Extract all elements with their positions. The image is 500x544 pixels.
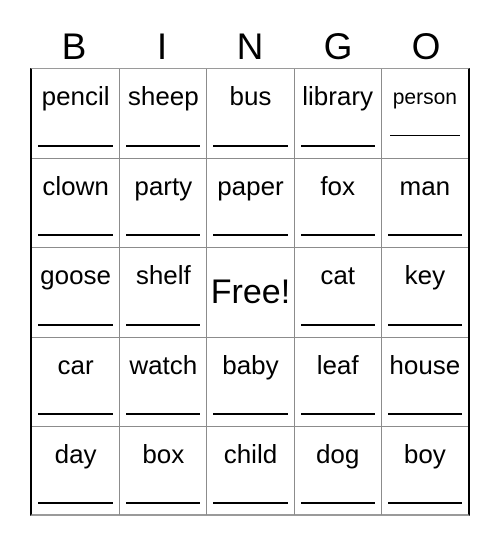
bingo-cell-word: leaf: [316, 349, 359, 380]
write-line: [300, 323, 375, 326]
bingo-row: pencil sheep bus library person: [32, 69, 468, 159]
write-line: [126, 412, 201, 415]
bingo-cell[interactable]: box: [119, 426, 206, 515]
write-line: [38, 501, 114, 504]
write-line: [387, 501, 462, 504]
header-letter-label: N: [236, 26, 264, 67]
bingo-cell-word: watch: [129, 349, 198, 380]
bingo-cell-word: party: [134, 171, 193, 202]
header-letter-label: I: [156, 26, 168, 67]
header-letter-label: B: [61, 26, 87, 67]
bingo-cell-word: child: [223, 438, 278, 469]
bingo-cell[interactable]: leaf: [293, 337, 381, 426]
bingo-cell-word: clown: [42, 171, 109, 202]
write-line: [213, 234, 288, 237]
bingo-cell[interactable]: bus: [206, 69, 293, 159]
bingo-cell-word: goose: [40, 260, 112, 291]
bingo-row: clown party paper fox man: [32, 158, 468, 248]
write-line: [38, 234, 114, 237]
bingo-cell-word: boy: [403, 438, 446, 469]
header-letter-g: G: [294, 22, 382, 66]
bingo-cell[interactable]: cat: [293, 248, 381, 337]
bingo-cell-word: sheep: [127, 81, 199, 111]
bingo-cell-word: paper: [217, 171, 284, 202]
bingo-cell[interactable]: clown: [32, 159, 119, 247]
bingo-cell[interactable]: man: [380, 159, 468, 248]
bingo-grid: pencil sheep bus library person clown pa…: [30, 68, 470, 516]
bingo-free-space[interactable]: Free!: [206, 248, 293, 337]
bingo-cell[interactable]: person: [380, 69, 468, 159]
bingo-cell-word: pencil: [41, 81, 110, 111]
write-line: [126, 145, 201, 148]
bingo-cell-word: box: [142, 438, 185, 469]
write-line: [213, 412, 288, 415]
write-line: [387, 323, 462, 326]
bingo-cell[interactable]: house: [380, 337, 468, 426]
bingo-cell[interactable]: key: [380, 248, 468, 337]
write-line: [126, 234, 201, 237]
bingo-row: goose shelf Free! cat key: [32, 247, 468, 337]
bingo-cell[interactable]: boy: [380, 426, 468, 515]
bingo-free-label: Free!: [210, 273, 291, 312]
bingo-cell[interactable]: sheep: [119, 69, 206, 159]
bingo-cell-word: library: [302, 81, 374, 111]
bingo-cell[interactable]: party: [119, 159, 206, 248]
bingo-cell[interactable]: shelf: [119, 248, 206, 337]
write-line: [300, 501, 375, 504]
bingo-cell[interactable]: paper: [206, 159, 293, 248]
bingo-cell-word: fox: [320, 171, 355, 202]
write-line: [389, 135, 460, 137]
bingo-cell[interactable]: fox: [293, 159, 381, 248]
header-letter-label: G: [323, 26, 353, 67]
bingo-cell-word: cat: [320, 260, 355, 291]
write-line: [300, 145, 375, 148]
write-line: [38, 145, 114, 148]
header-letter-b: B: [30, 22, 118, 66]
bingo-cell[interactable]: pencil: [32, 69, 119, 158]
bingo-cell[interactable]: watch: [119, 337, 206, 426]
header-letter-n: N: [206, 22, 294, 66]
write-line: [387, 234, 462, 237]
bingo-cell-word: bus: [229, 81, 272, 111]
bingo-cell[interactable]: dog: [293, 426, 381, 515]
write-line: [387, 412, 462, 415]
bingo-cell-word: person: [392, 86, 457, 109]
bingo-cell[interactable]: library: [293, 69, 381, 159]
bingo-cell-word: day: [54, 438, 97, 469]
bingo-cell[interactable]: goose: [32, 248, 119, 336]
write-line: [38, 412, 114, 415]
write-line: [213, 501, 288, 504]
write-line: [213, 145, 288, 148]
bingo-cell[interactable]: baby: [206, 337, 293, 426]
header-letter-i: I: [118, 22, 206, 66]
header-letter-label: O: [411, 26, 441, 67]
bingo-cell[interactable]: car: [32, 338, 119, 426]
bingo-row: day box child dog boy: [32, 425, 468, 515]
write-line: [38, 323, 114, 326]
header-letter-o: O: [382, 22, 470, 66]
write-line: [126, 323, 201, 326]
bingo-cell-word: man: [399, 171, 451, 202]
bingo-cell-word: key: [404, 260, 446, 291]
bingo-cell-word: car: [57, 349, 94, 380]
bingo-card: B I N G O pencil sheep bus library perso…: [0, 0, 500, 544]
bingo-row: car watch baby leaf house: [32, 336, 468, 426]
bingo-cell[interactable]: child: [206, 426, 293, 515]
bingo-header: B I N G O: [30, 22, 470, 66]
write-line: [300, 234, 375, 237]
bingo-cell-word: dog: [315, 438, 360, 469]
write-line: [300, 412, 375, 415]
write-line: [126, 501, 201, 504]
bingo-cell-word: shelf: [135, 260, 191, 291]
bingo-cell-word: baby: [222, 349, 279, 380]
bingo-cell[interactable]: day: [32, 427, 119, 515]
bingo-cell-word: house: [389, 349, 461, 380]
